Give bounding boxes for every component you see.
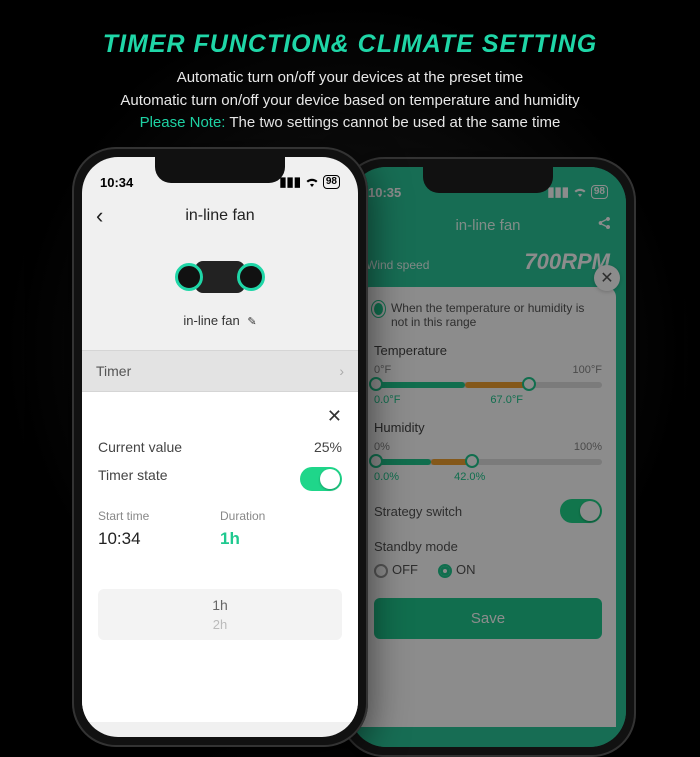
back-icon[interactable]: ‹ <box>96 203 103 229</box>
start-time-label: Start time <box>98 509 220 523</box>
standby-off-label: OFF <box>392 562 418 577</box>
phone-climate: 10:35 ▮▮▮ 98 in-line fan Wind speed 700R… <box>340 157 636 757</box>
hero-note-prefix: Please Note: <box>140 114 226 131</box>
phone-notch <box>423 167 553 193</box>
phone-timer: 10:34 ▮▮▮ 98 ‹ in-line fan <box>72 147 368 747</box>
condition-text: When the temperature or humidity is not … <box>391 301 602 329</box>
signal-icon: ▮▮▮ <box>547 184 568 200</box>
standby-label: Standby mode <box>374 539 458 554</box>
current-value: 25% <box>314 439 342 455</box>
battery-icon: 98 <box>591 185 608 199</box>
close-icon[interactable]: ✕ <box>327 406 342 427</box>
timer-row[interactable]: Timer › <box>82 350 358 392</box>
page-title: in-line fan <box>185 207 254 225</box>
picker-option-selected: 1h <box>98 597 342 613</box>
duration-picker[interactable]: 1h 2h <box>98 589 342 640</box>
battery-icon: 98 <box>323 175 340 189</box>
standby-on-radio[interactable]: ON <box>438 562 476 578</box>
condition-option[interactable]: When the temperature or humidity is not … <box>374 301 602 329</box>
signal-icon: ▮▮▮ <box>279 174 300 190</box>
temp-high-value: 67.0°F <box>490 394 523 406</box>
hero-note: Please Note: The two settings cannot be … <box>30 114 670 131</box>
temperature-label: Temperature <box>374 343 602 358</box>
hum-low-value: 0.0% <box>374 471 399 483</box>
device-image <box>165 249 275 305</box>
picker-option-next: 2h <box>98 617 342 632</box>
close-icon[interactable]: ✕ <box>594 265 620 291</box>
wifi-icon <box>573 185 587 200</box>
hum-min: 0% <box>374 441 390 453</box>
standby-off-radio[interactable]: OFF <box>374 562 418 578</box>
edit-icon[interactable]: ✎ <box>247 316 256 328</box>
radio-selected-icon <box>374 303 383 315</box>
hero-note-rest: The two settings cannot be used at the s… <box>225 114 560 131</box>
status-time: 10:35 <box>368 185 401 200</box>
hero-line1: Automatic turn on/off your devices at th… <box>30 67 670 90</box>
temperature-slider[interactable] <box>374 382 602 388</box>
page-title: in-line fan <box>455 217 520 234</box>
chevron-right-icon: › <box>339 363 344 379</box>
strategy-toggle[interactable] <box>560 499 602 523</box>
navbar: in-line fan <box>350 207 626 243</box>
wifi-icon <box>305 175 319 190</box>
hero-line2: Automatic turn on/off your device based … <box>30 90 670 113</box>
standby-on-label: ON <box>456 562 476 577</box>
current-value-label: Current value <box>98 439 182 455</box>
rpm-row: Wind speed 700RPM <box>350 243 626 287</box>
climate-modal: ✕ When the temperature or humidity is no… <box>360 287 616 727</box>
humidity-label: Humidity <box>374 420 602 435</box>
hum-max: 100% <box>574 441 602 453</box>
duration-label: Duration <box>220 509 342 523</box>
hum-high-value: 42.0% <box>454 471 485 483</box>
start-time-value: 10:34 <box>98 529 220 549</box>
strategy-switch-label: Strategy switch <box>374 504 462 519</box>
phone-notch <box>155 157 285 183</box>
start-time-field[interactable]: Start time 10:34 <box>98 509 220 549</box>
humidity-slider[interactable] <box>374 459 602 465</box>
temp-min: 0°F <box>374 364 391 376</box>
navbar: ‹ in-line fan <box>82 197 358 235</box>
duration-value: 1h <box>220 529 342 549</box>
save-button[interactable]: Save <box>374 598 602 639</box>
duration-field[interactable]: Duration 1h <box>220 509 342 549</box>
hero-title: TIMER FUNCTION& CLIMATE SETTING <box>30 30 670 59</box>
timer-state-label: Timer state <box>98 467 168 491</box>
timer-state-toggle[interactable] <box>300 467 342 491</box>
hero-subtitle: Automatic turn on/off your devices at th… <box>30 67 670 112</box>
timer-sheet: ✕ Current value 25% Timer state Start ti… <box>82 392 358 722</box>
status-time: 10:34 <box>100 175 133 190</box>
device-hero: in-line fan ✎ <box>82 235 358 340</box>
device-name: in-line fan <box>183 313 239 328</box>
timer-label: Timer <box>96 363 131 379</box>
temp-max: 100°F <box>573 364 602 376</box>
temp-low-value: 0.0°F <box>374 394 400 406</box>
wind-speed-label: Wind speed <box>366 258 429 272</box>
share-icon[interactable] <box>596 215 612 236</box>
